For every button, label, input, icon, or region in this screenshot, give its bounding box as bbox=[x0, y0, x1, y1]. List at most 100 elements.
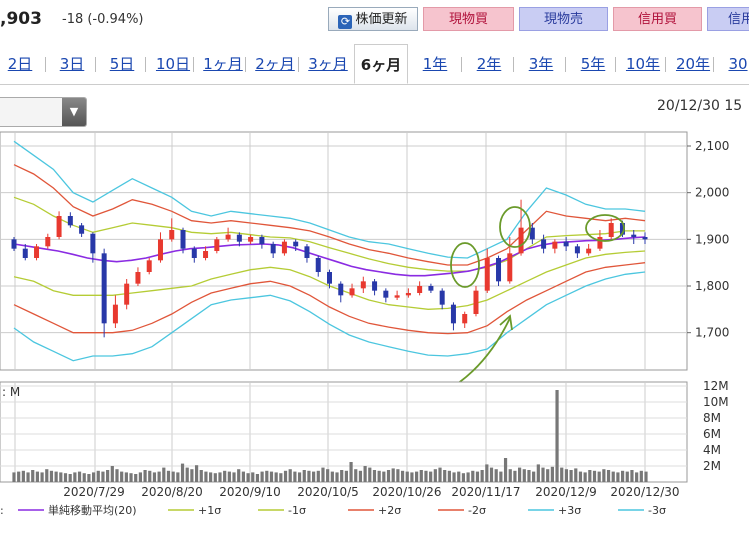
candle-body bbox=[293, 241, 299, 247]
volume-bar bbox=[190, 469, 194, 482]
volume-bar bbox=[644, 471, 648, 482]
volume-bar bbox=[550, 466, 554, 482]
candle-body bbox=[236, 234, 242, 242]
volume-bar bbox=[452, 472, 456, 482]
candle-body bbox=[552, 241, 558, 249]
volume-bar bbox=[400, 470, 405, 482]
candle-body bbox=[484, 258, 490, 291]
volume-bar bbox=[330, 471, 334, 482]
volume-bar bbox=[546, 469, 550, 482]
volume-bar bbox=[433, 469, 437, 482]
volume-bar bbox=[578, 471, 583, 482]
candle-body bbox=[327, 272, 332, 284]
volume-bar bbox=[12, 472, 16, 482]
volume-bar bbox=[260, 471, 264, 482]
volume-bar bbox=[246, 473, 250, 482]
volume-bar bbox=[106, 470, 110, 482]
volume-bar bbox=[335, 472, 339, 482]
volume-bar bbox=[583, 472, 587, 482]
candle-body bbox=[631, 234, 637, 237]
volume-bar bbox=[293, 471, 297, 482]
candle-body bbox=[597, 237, 603, 249]
volume-bar bbox=[49, 470, 54, 482]
volume-bar bbox=[606, 470, 611, 482]
candle-body bbox=[349, 288, 355, 296]
volume-bar bbox=[180, 463, 185, 482]
candle-body bbox=[214, 239, 220, 251]
volume-bar bbox=[625, 471, 629, 482]
volume-bar bbox=[87, 474, 91, 482]
volume-bar bbox=[340, 470, 344, 482]
volume-bar bbox=[522, 469, 526, 482]
x-tick-label: 2020/11/17 bbox=[451, 485, 520, 499]
candle-body bbox=[135, 272, 141, 284]
volume-bar bbox=[35, 471, 40, 482]
volume-bar bbox=[508, 469, 512, 482]
candle-body bbox=[281, 241, 287, 254]
volume-bar bbox=[63, 473, 68, 482]
volume-bar bbox=[91, 472, 96, 482]
candle-body bbox=[169, 230, 175, 240]
volume-bar bbox=[321, 467, 325, 482]
y-tick-label: 2,000 bbox=[695, 186, 729, 200]
y-tick-label: 2,100 bbox=[695, 139, 729, 153]
volume-bar bbox=[124, 472, 128, 482]
volume-bar bbox=[134, 474, 138, 482]
volume-bar bbox=[415, 471, 419, 482]
y-tick-label: 1,800 bbox=[695, 279, 729, 293]
volume-bar bbox=[152, 472, 157, 482]
volume-bar bbox=[620, 470, 625, 482]
volume-bar bbox=[59, 472, 63, 482]
candle-body bbox=[101, 253, 107, 324]
candle-body bbox=[270, 244, 276, 254]
legend-label: -2σ bbox=[468, 504, 486, 517]
y-tick-label: 1,900 bbox=[695, 232, 729, 246]
volume-bar bbox=[77, 471, 82, 482]
volume-bar bbox=[630, 470, 634, 482]
volume-tick-label: 4M bbox=[703, 443, 721, 457]
candle-body bbox=[315, 258, 321, 272]
candle-body bbox=[56, 216, 62, 237]
x-tick-label: 2020/8/20 bbox=[141, 485, 203, 499]
legend-label: 単純移動平均(20) bbox=[48, 503, 137, 517]
volume-bar bbox=[485, 464, 489, 482]
candle-body bbox=[90, 233, 96, 254]
volume-bar bbox=[82, 473, 86, 482]
volume-bar bbox=[68, 474, 72, 482]
volume-bar bbox=[410, 472, 414, 482]
volume-bar bbox=[185, 467, 189, 482]
volume-bar bbox=[569, 470, 573, 482]
candle-body bbox=[225, 234, 231, 240]
volume-bar bbox=[499, 471, 503, 482]
candle-body bbox=[608, 223, 614, 237]
legend-label: +2σ bbox=[378, 504, 401, 517]
candle-body bbox=[496, 258, 502, 282]
volume-bar bbox=[110, 466, 114, 482]
volume-bar bbox=[382, 471, 386, 482]
volume-bar bbox=[312, 471, 316, 482]
volume-bar bbox=[176, 472, 180, 482]
volume-bar bbox=[555, 390, 559, 482]
candle-body bbox=[541, 239, 547, 249]
volume-bar bbox=[73, 472, 77, 482]
candle-body bbox=[79, 225, 85, 234]
x-tick-label: 2020/10/26 bbox=[372, 485, 441, 499]
candle-body bbox=[642, 237, 648, 240]
volume-bar bbox=[54, 471, 58, 482]
volume-bar bbox=[391, 468, 395, 482]
candle-body bbox=[180, 230, 186, 249]
volume-bar bbox=[597, 471, 601, 482]
volume-bar bbox=[115, 469, 119, 482]
volume-bar bbox=[503, 458, 508, 482]
volume-bar bbox=[194, 465, 199, 482]
volume-tick-label: 6M bbox=[703, 427, 721, 441]
volume-bar bbox=[307, 470, 311, 482]
candle-body bbox=[146, 260, 152, 272]
candle-body bbox=[507, 253, 513, 282]
candle-body bbox=[372, 281, 378, 291]
volume-bar bbox=[297, 472, 302, 482]
volume-bar bbox=[457, 471, 461, 482]
volume-panel bbox=[0, 381, 688, 483]
volume-bar bbox=[288, 469, 292, 482]
candle-body bbox=[450, 304, 456, 324]
